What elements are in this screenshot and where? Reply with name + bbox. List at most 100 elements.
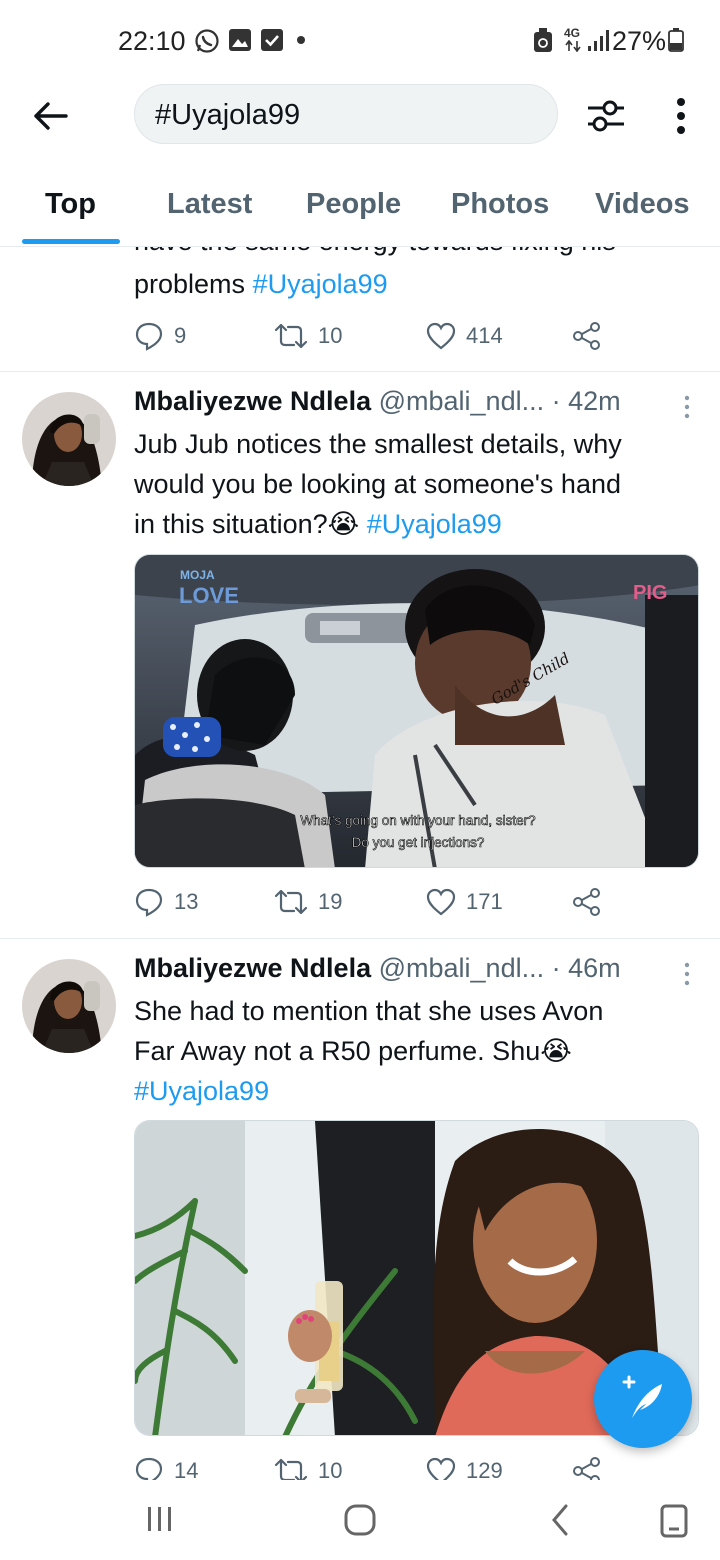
author-handle[interactable]: @mbali_ndl... xyxy=(379,386,544,416)
tweet-text-line: in this situation?😭 xyxy=(134,509,360,539)
search-tabs: Top Latest People Photos Videos xyxy=(0,160,720,247)
channel-logo-bottom: LOVE xyxy=(179,583,239,608)
filter-sliders-icon[interactable] xyxy=(584,94,628,138)
reply-count: 9 xyxy=(174,323,187,348)
tweet-time: · 46m xyxy=(551,953,621,983)
tweet-actions: 14 10 129 xyxy=(134,1451,614,1480)
battery-percent: 27% xyxy=(611,26,666,56)
reply-count: 14 xyxy=(174,1458,199,1480)
tweet-options-icon[interactable] xyxy=(682,394,692,420)
back-nav-icon[interactable] xyxy=(550,1504,570,1536)
compose-feather-icon xyxy=(622,1375,662,1418)
reply-icon xyxy=(135,322,163,351)
author-handle[interactable]: @mbali_ndl... xyxy=(379,953,544,983)
signal-icon xyxy=(588,30,609,51)
back-arrow-icon[interactable] xyxy=(28,94,72,138)
like-button[interactable]: 129 xyxy=(426,1451,503,1480)
corner-logo-text: PIG xyxy=(633,582,667,604)
tab-top[interactable]: Top xyxy=(45,188,96,221)
tweet-time: · 42m xyxy=(551,386,621,416)
screen-assist-icon[interactable] xyxy=(660,1504,688,1538)
tweet-card[interactable]: have the same energy towards fixing his … xyxy=(0,247,720,371)
like-button[interactable]: 414 xyxy=(426,316,503,356)
channel-logo-top: MOJA xyxy=(180,568,215,582)
reply-icon xyxy=(135,1457,163,1480)
like-count: 171 xyxy=(466,889,503,914)
reply-button[interactable]: 13 xyxy=(134,882,198,922)
battery-icon xyxy=(668,28,684,52)
heart-icon xyxy=(426,1457,456,1480)
reply-button[interactable]: 9 xyxy=(134,316,186,356)
tweet-header: Mbaliyezwe Ndlela @mbali_ndl... · 46m xyxy=(134,953,704,984)
tweet-text: She had to mention that she uses Avon Fa… xyxy=(134,991,694,1111)
like-count: 129 xyxy=(466,1458,503,1480)
home-icon[interactable] xyxy=(344,1504,376,1536)
retweet-button[interactable]: 19 xyxy=(274,882,342,922)
tweet-actions: 13 19 171 xyxy=(134,882,614,922)
author-name[interactable]: Mbaliyezwe Ndlela xyxy=(134,386,371,416)
network-type: 4G xyxy=(564,26,581,40)
tweet-options-icon[interactable] xyxy=(682,961,692,987)
tweet-text: Jub Jub notices the smallest details, wh… xyxy=(134,424,694,544)
tab-people[interactable]: People xyxy=(306,188,401,221)
search-header: #Uyajola99 xyxy=(0,80,720,160)
tweet-feed[interactable]: have the same energy towards fixing his … xyxy=(0,247,720,1480)
data-arrows-icon xyxy=(565,40,581,52)
recycle-icon xyxy=(534,28,552,52)
tweet-text-line: would you be looking at someone's hand xyxy=(134,469,621,499)
checkbox-icon xyxy=(261,29,283,51)
more-vertical-icon[interactable] xyxy=(664,94,698,138)
tweet-video-media[interactable]: God's Child MOJA LOVE PIG What's going o… xyxy=(134,554,699,868)
compose-tweet-button[interactable] xyxy=(594,1350,692,1448)
reply-button[interactable]: 14 xyxy=(134,1451,198,1480)
tweet-text-partial: have the same energy towards fixing his xyxy=(134,247,616,261)
avatar[interactable] xyxy=(22,959,116,1053)
retweet-icon xyxy=(274,1458,308,1480)
tweet-text: problems #Uyajola99 xyxy=(134,264,694,304)
share-icon xyxy=(573,1457,600,1480)
share-button[interactable] xyxy=(572,316,602,356)
tab-latest[interactable]: Latest xyxy=(167,188,252,221)
status-time: 22:10 xyxy=(118,26,186,56)
share-icon xyxy=(573,322,600,350)
hashtag-link[interactable]: #Uyajola99 xyxy=(253,269,388,299)
tweet-card[interactable]: Mbaliyezwe Ndlela @mbali_ndl... · 42m Ju… xyxy=(0,372,720,938)
video-subtitle-2: Do you get injections? xyxy=(352,835,485,850)
tweet-header: Mbaliyezwe Ndlela @mbali_ndl... · 42m xyxy=(134,386,704,417)
tab-photos[interactable]: Photos xyxy=(451,188,549,221)
heart-icon xyxy=(426,322,456,350)
video-subtitle-1: What's going on with your hand, sister? xyxy=(300,813,535,828)
gallery-icon xyxy=(229,29,251,51)
whatsapp-icon xyxy=(195,29,219,53)
search-input[interactable]: #Uyajola99 xyxy=(134,84,558,144)
reply-icon xyxy=(135,888,163,917)
tweet-text-line: Jub Jub notices the smallest details, wh… xyxy=(134,429,622,459)
like-button[interactable]: 171 xyxy=(426,882,503,922)
recent-apps-icon[interactable] xyxy=(146,1504,174,1534)
active-tab-indicator xyxy=(22,239,120,244)
retweet-count: 10 xyxy=(318,323,343,348)
status-bar: 22:10 4G 27% xyxy=(0,0,720,80)
retweet-button[interactable]: 10 xyxy=(274,316,342,356)
share-button[interactable] xyxy=(572,1451,602,1480)
heart-icon xyxy=(426,888,456,916)
hashtag-link[interactable]: #Uyajola99 xyxy=(134,1071,694,1111)
retweet-icon xyxy=(274,889,308,915)
tweet-actions: 9 10 414 xyxy=(134,316,614,356)
tweet-text-line: problems xyxy=(134,269,246,299)
retweet-count: 19 xyxy=(318,889,343,914)
hashtag-link[interactable]: #Uyajola99 xyxy=(367,509,502,539)
reply-count: 13 xyxy=(174,889,199,914)
author-name[interactable]: Mbaliyezwe Ndlela xyxy=(134,953,371,983)
retweet-button[interactable]: 10 xyxy=(274,1451,342,1480)
tweet-text-line: Far Away not a R50 perfume. Shu😭 xyxy=(134,1036,572,1066)
system-nav-bar xyxy=(0,1480,720,1560)
retweet-count: 10 xyxy=(318,1458,343,1480)
share-button[interactable] xyxy=(572,882,602,922)
retweet-icon xyxy=(274,323,308,349)
share-icon xyxy=(573,888,600,916)
search-query-text: #Uyajola99 xyxy=(155,99,301,131)
tab-videos[interactable]: Videos xyxy=(595,188,690,221)
avatar[interactable] xyxy=(22,392,116,486)
dot-icon xyxy=(297,36,305,44)
